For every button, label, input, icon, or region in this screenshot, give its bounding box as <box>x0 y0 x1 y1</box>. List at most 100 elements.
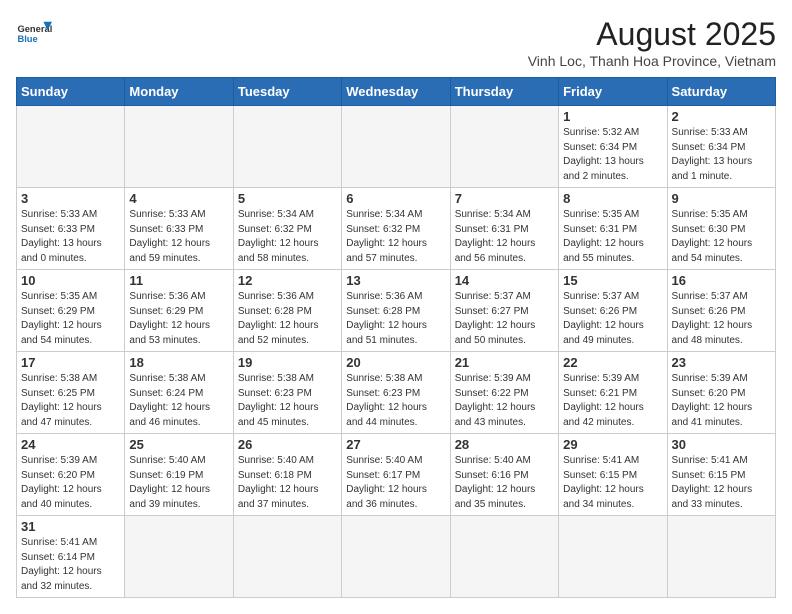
calendar-cell: 21Sunrise: 5:39 AM Sunset: 6:22 PM Dayli… <box>450 352 558 434</box>
day-info: Sunrise: 5:38 AM Sunset: 6:23 PM Dayligh… <box>238 372 337 430</box>
calendar-cell <box>342 106 450 188</box>
day-number: 10 <box>21 273 120 288</box>
day-info: Sunrise: 5:36 AM Sunset: 6:28 PM Dayligh… <box>346 290 445 348</box>
day-info: Sunrise: 5:38 AM Sunset: 6:23 PM Dayligh… <box>346 372 445 430</box>
calendar-cell <box>450 106 558 188</box>
calendar-cell: 8 Sunrise: 5:35 AM Sunset: 6:31 PM Daylig… <box>559 188 667 270</box>
calendar-cell: 5Sunrise: 5:34 AM Sunset: 6:32 PM Daylig… <box>233 188 341 270</box>
col-header-friday: Friday <box>559 78 667 106</box>
calendar-cell: 25 Sunrise: 5:40 AM Sunset: 6:19 PM Dayli… <box>125 434 233 516</box>
title-block: August 2025 Vinh Loc, Thanh Hoa Province… <box>528 16 776 69</box>
day-info: Sunrise: 5:34 AM Sunset: 6:31 PM Dayligh… <box>455 208 554 266</box>
day-number: 14 <box>455 273 554 288</box>
day-number: 7 <box>455 191 554 206</box>
calendar-cell <box>17 106 125 188</box>
calendar-cell: 28Sunrise: 5:40 AM Sunset: 6:16 PM Dayli… <box>450 434 558 516</box>
day-number: 21 <box>455 355 554 370</box>
day-info: Sunrise: 5:41 AM Sunset: 6:15 PM Dayligh… <box>672 454 771 512</box>
day-info: Sunrise: 5:35 AM Sunset: 6:31 PM Dayligh… <box>563 208 662 266</box>
day-number: 4 <box>129 191 228 206</box>
day-number: 16 <box>672 273 771 288</box>
calendar-cell: 20 Sunrise: 5:38 AM Sunset: 6:23 PM Dayli… <box>342 352 450 434</box>
calendar-cell: 27 Sunrise: 5:40 AM Sunset: 6:17 PM Dayli… <box>342 434 450 516</box>
day-info: Sunrise: 5:37 AM Sunset: 6:27 PM Dayligh… <box>455 290 554 348</box>
day-info: Sunrise: 5:34 AM Sunset: 6:32 PM Dayligh… <box>346 208 445 266</box>
calendar-cell: 17 Sunrise: 5:38 AM Sunset: 6:25 PM Dayli… <box>17 352 125 434</box>
day-number: 24 <box>21 437 120 452</box>
calendar-cell: 19 Sunrise: 5:38 AM Sunset: 6:23 PM Dayli… <box>233 352 341 434</box>
calendar-cell: 24 Sunrise: 5:39 AM Sunset: 6:20 PM Dayli… <box>17 434 125 516</box>
day-number: 26 <box>238 437 337 452</box>
day-number: 11 <box>129 273 228 288</box>
logo-icon: General Blue <box>16 16 52 52</box>
calendar-table: SundayMondayTuesdayWednesdayThursdayFrid… <box>16 77 776 598</box>
day-number: 22 <box>563 355 662 370</box>
day-number: 30 <box>672 437 771 452</box>
day-number: 17 <box>21 355 120 370</box>
calendar-cell <box>342 516 450 598</box>
day-info: Sunrise: 5:40 AM Sunset: 6:16 PM Dayligh… <box>455 454 554 512</box>
calendar-cell <box>450 516 558 598</box>
calendar-cell: 15Sunrise: 5:37 AM Sunset: 6:26 PM Dayli… <box>559 270 667 352</box>
day-number: 27 <box>346 437 445 452</box>
day-info: Sunrise: 5:39 AM Sunset: 6:20 PM Dayligh… <box>21 454 120 512</box>
calendar-header-row: SundayMondayTuesdayWednesdayThursdayFrid… <box>17 78 776 106</box>
col-header-monday: Monday <box>125 78 233 106</box>
day-info: Sunrise: 5:35 AM Sunset: 6:30 PM Dayligh… <box>672 208 771 266</box>
calendar-cell: 31Sunrise: 5:41 AM Sunset: 6:14 PM Dayli… <box>17 516 125 598</box>
calendar-cell <box>233 516 341 598</box>
month-year-title: August 2025 <box>528 16 776 53</box>
day-info: Sunrise: 5:33 AM Sunset: 6:33 PM Dayligh… <box>21 208 120 266</box>
day-info: Sunrise: 5:39 AM Sunset: 6:21 PM Dayligh… <box>563 372 662 430</box>
calendar-cell: 18 Sunrise: 5:38 AM Sunset: 6:24 PM Dayli… <box>125 352 233 434</box>
day-info: Sunrise: 5:38 AM Sunset: 6:24 PM Dayligh… <box>129 372 228 430</box>
calendar-cell: 10 Sunrise: 5:35 AM Sunset: 6:29 PM Dayli… <box>17 270 125 352</box>
day-number: 5 <box>238 191 337 206</box>
day-info: Sunrise: 5:37 AM Sunset: 6:26 PM Dayligh… <box>672 290 771 348</box>
day-info: Sunrise: 5:37 AM Sunset: 6:26 PM Dayligh… <box>563 290 662 348</box>
calendar-cell: 9 Sunrise: 5:35 AM Sunset: 6:30 PM Daylig… <box>667 188 775 270</box>
day-number: 19 <box>238 355 337 370</box>
calendar-week-3: 17 Sunrise: 5:38 AM Sunset: 6:25 PM Dayli… <box>17 352 776 434</box>
day-number: 3 <box>21 191 120 206</box>
day-number: 20 <box>346 355 445 370</box>
day-number: 13 <box>346 273 445 288</box>
location-subtitle: Vinh Loc, Thanh Hoa Province, Vietnam <box>528 53 776 69</box>
day-info: Sunrise: 5:40 AM Sunset: 6:19 PM Dayligh… <box>129 454 228 512</box>
day-number: 6 <box>346 191 445 206</box>
col-header-tuesday: Tuesday <box>233 78 341 106</box>
day-number: 2 <box>672 109 771 124</box>
day-number: 29 <box>563 437 662 452</box>
calendar-cell <box>667 516 775 598</box>
svg-text:Blue: Blue <box>17 34 37 44</box>
calendar-cell: 13 Sunrise: 5:36 AM Sunset: 6:28 PM Dayli… <box>342 270 450 352</box>
day-info: Sunrise: 5:33 AM Sunset: 6:34 PM Dayligh… <box>672 126 771 184</box>
calendar-cell: 16 Sunrise: 5:37 AM Sunset: 6:26 PM Dayli… <box>667 270 775 352</box>
calendar-cell: 29Sunrise: 5:41 AM Sunset: 6:15 PM Dayli… <box>559 434 667 516</box>
calendar-week-1: 3 Sunrise: 5:33 AM Sunset: 6:33 PM Daylig… <box>17 188 776 270</box>
calendar-cell: 7 Sunrise: 5:34 AM Sunset: 6:31 PM Daylig… <box>450 188 558 270</box>
calendar-week-5: 31Sunrise: 5:41 AM Sunset: 6:14 PM Dayli… <box>17 516 776 598</box>
calendar-cell: 11 Sunrise: 5:36 AM Sunset: 6:29 PM Dayli… <box>125 270 233 352</box>
day-number: 8 <box>563 191 662 206</box>
calendar-cell: 6 Sunrise: 5:34 AM Sunset: 6:32 PM Daylig… <box>342 188 450 270</box>
day-number: 1 <box>563 109 662 124</box>
calendar-cell: 22 Sunrise: 5:39 AM Sunset: 6:21 PM Dayli… <box>559 352 667 434</box>
calendar-cell <box>125 516 233 598</box>
day-info: Sunrise: 5:35 AM Sunset: 6:29 PM Dayligh… <box>21 290 120 348</box>
day-number: 18 <box>129 355 228 370</box>
day-info: Sunrise: 5:36 AM Sunset: 6:29 PM Dayligh… <box>129 290 228 348</box>
day-info: Sunrise: 5:38 AM Sunset: 6:25 PM Dayligh… <box>21 372 120 430</box>
day-number: 31 <box>21 519 120 534</box>
day-number: 25 <box>129 437 228 452</box>
col-header-wednesday: Wednesday <box>342 78 450 106</box>
day-number: 12 <box>238 273 337 288</box>
col-header-saturday: Saturday <box>667 78 775 106</box>
page-header: General Blue August 2025 Vinh Loc, Thanh… <box>16 16 776 69</box>
calendar-week-0: 1Sunrise: 5:32 AM Sunset: 6:34 PM Daylig… <box>17 106 776 188</box>
day-number: 9 <box>672 191 771 206</box>
day-info: Sunrise: 5:40 AM Sunset: 6:17 PM Dayligh… <box>346 454 445 512</box>
calendar-cell: 2 Sunrise: 5:33 AM Sunset: 6:34 PM Daylig… <box>667 106 775 188</box>
calendar-cell: 23Sunrise: 5:39 AM Sunset: 6:20 PM Dayli… <box>667 352 775 434</box>
day-number: 23 <box>672 355 771 370</box>
